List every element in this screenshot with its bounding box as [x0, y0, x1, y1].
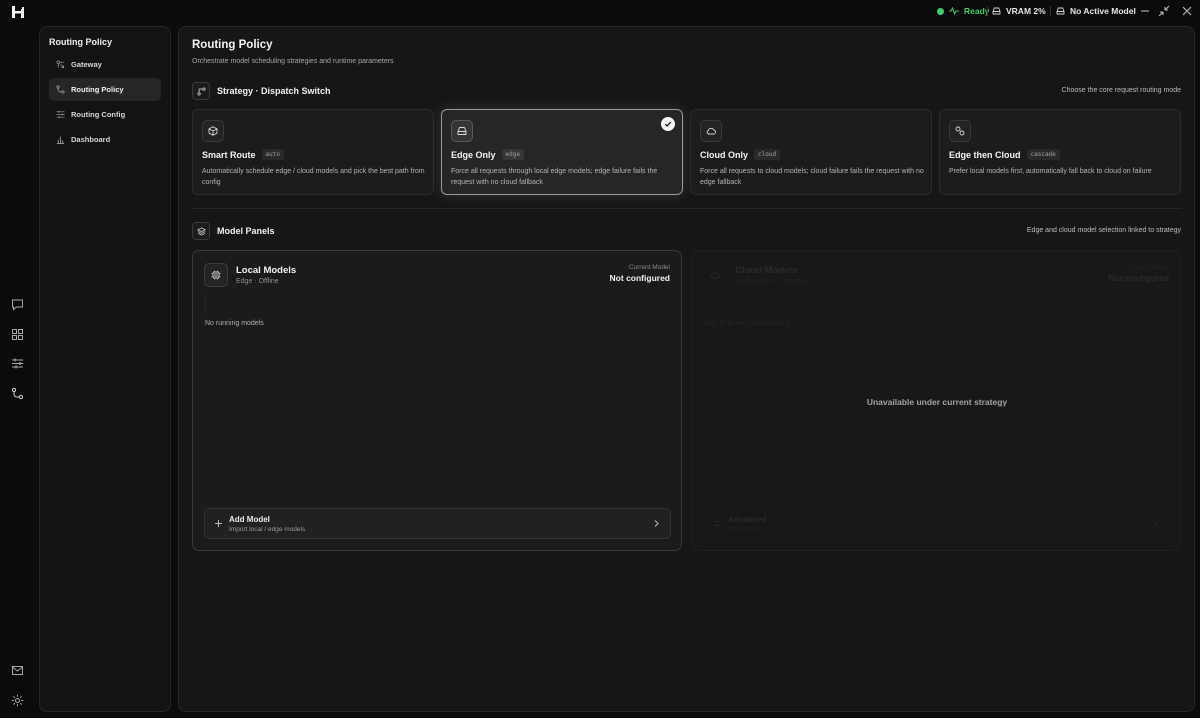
bar-chart-icon [56, 136, 65, 144]
top-bar: Ready VRAM 2% No Active Model [0, 0, 1200, 24]
strategy-card-edge-then-cloud[interactable]: Edge then Cloud cascade Prefer local mode… [939, 109, 1181, 195]
selected-check-icon [661, 117, 675, 131]
unavailable-overlay-text: Unavailable under current strategy [866, 397, 1008, 407]
sidebar-item-routing-config[interactable]: Routing Config [49, 103, 161, 126]
strategy-section-title: Strategy · Dispatch Switch [217, 86, 331, 96]
add-model-subtitle: Import local / edge models [229, 526, 306, 533]
strategy-card-smart-route[interactable]: Smart Route auto Automatically schedule e… [192, 109, 434, 195]
sidebar-title: Routing Policy [49, 37, 112, 47]
card-description: Prefer local models first, automatically… [949, 168, 1152, 175]
chevron-right-icon [654, 520, 659, 527]
add-model-title: Add Model [229, 515, 270, 524]
layers-icon [196, 226, 206, 236]
chat-icon[interactable] [11, 298, 24, 311]
cloud-models-title: Cloud Models [735, 265, 798, 276]
hard-drive-icon [1056, 7, 1065, 15]
cloud-models-panel: Cloud Models Multi-vendor · Online API C… [691, 250, 1181, 551]
mail-icon[interactable] [11, 664, 24, 677]
cloud-models-subtitle: Multi-vendor · Online API [735, 278, 813, 285]
collapse-icon[interactable] [1158, 5, 1170, 17]
card-tag: edge [501, 149, 524, 160]
vram-label: VRAM 2% [1006, 6, 1046, 16]
advanced-title: Advanced [728, 515, 767, 524]
settings-icon[interactable] [11, 694, 24, 707]
minimize-icon[interactable] [1139, 5, 1151, 17]
sidebar-item-dashboard[interactable]: Dashboard [49, 128, 161, 151]
sidebar-item-label: Routing Policy [71, 85, 124, 94]
app-logo-icon [12, 6, 24, 18]
status-ready-label: Ready [964, 6, 990, 16]
strategy-section-icon [192, 82, 210, 100]
current-model-label: Current Model [1127, 264, 1169, 271]
routing-icon[interactable] [11, 387, 24, 400]
chip-icon [204, 263, 228, 287]
hard-drive-icon [451, 120, 473, 142]
add-model-button[interactable]: Add Model Import local / edge models [204, 508, 671, 539]
sliders-icon [56, 110, 65, 119]
divider [987, 6, 988, 16]
status-dot-icon [937, 7, 944, 15]
cloud-icon [703, 263, 727, 287]
cloud-icon [700, 120, 722, 142]
card-tag: cloud [754, 149, 781, 160]
empty-state-text: Sign in to see cloud models [704, 320, 790, 327]
routing-icon [196, 86, 206, 96]
section-divider [192, 208, 1182, 209]
activity-icon [949, 7, 959, 15]
card-title: Edge Only [451, 149, 496, 160]
cube-icon [202, 120, 224, 142]
link-icon [949, 120, 971, 142]
sidebar-item-label: Routing Config [71, 110, 126, 119]
grid-icon[interactable] [11, 328, 24, 341]
sliders-icon [714, 521, 721, 526]
sidebar-item-gateway[interactable]: Gateway [49, 53, 161, 76]
vram-indicator: VRAM 2% [992, 0, 1046, 22]
local-models-subtitle: Edge · Offline [236, 278, 279, 285]
strategy-section-note: Choose the core request routing mode [1061, 87, 1181, 94]
card-tag: auto [261, 149, 284, 160]
card-title: Cloud Only [700, 149, 748, 160]
current-model-value: Not configured [1108, 273, 1169, 283]
sidebar-item-label: Gateway [71, 60, 102, 69]
gateway-icon [56, 60, 65, 69]
strategy-card-cloud-only[interactable]: Cloud Only cloud Force all requests to cl… [690, 109, 932, 195]
models-section-note: Edge and cloud model selection linked to… [1026, 227, 1181, 234]
status-ready: Ready [937, 0, 990, 22]
advanced-button: Advanced Credentials [703, 508, 1170, 539]
local-models-title: Local Models [236, 265, 297, 276]
current-model-value: Not configured [609, 273, 670, 283]
advanced-subtitle: Credentials [728, 526, 761, 533]
card-title: Smart Route [202, 149, 256, 160]
main-panel: Routing Policy Orchestrate model schedul… [178, 26, 1195, 712]
card-tag: cascade [1026, 149, 1060, 160]
divider [205, 294, 206, 316]
card-description: Force all requests to cloud models; clou… [700, 168, 924, 186]
card-description: Force all requests through local edge mo… [451, 168, 658, 186]
sidebar: Routing Policy Gateway Routing Policy Ro… [39, 26, 171, 712]
strategy-card-edge-only[interactable]: Edge Only edge Force all requests through… [441, 109, 683, 195]
chevron-right-icon [1153, 520, 1158, 527]
models-section-title: Model Panels [217, 226, 275, 236]
page-subtitle: Orchestrate model scheduling strategies … [192, 58, 394, 65]
active-model-label: No Active Model [1070, 6, 1136, 16]
empty-state-text: No running models [205, 320, 264, 327]
hard-drive-icon [992, 7, 1001, 15]
page-title: Routing Policy [192, 39, 273, 51]
sliders-icon[interactable] [11, 357, 24, 370]
current-model-label: Current Model [628, 264, 670, 271]
local-models-panel: Local Models Edge · Offline Current Mode… [192, 250, 682, 551]
routing-icon [56, 85, 65, 94]
sidebar-item-routing-policy[interactable]: Routing Policy [49, 78, 161, 101]
sidebar-item-label: Dashboard [71, 135, 111, 144]
divider [1050, 6, 1051, 16]
plus-icon [215, 520, 222, 527]
card-description: Automatically schedule edge / cloud mode… [202, 168, 425, 186]
card-title: Edge then Cloud [949, 149, 1021, 160]
close-icon[interactable] [1181, 5, 1193, 17]
models-section-icon [192, 222, 210, 240]
active-model-indicator[interactable]: No Active Model [1056, 0, 1136, 22]
